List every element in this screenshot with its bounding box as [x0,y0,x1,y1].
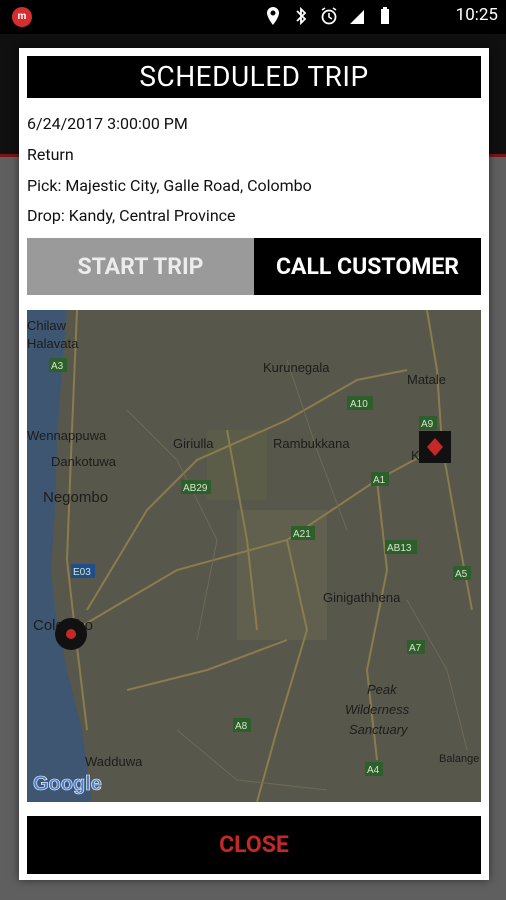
route-map[interactable]: Chilaw Halavata Kurunegala Matale Wennap… [27,310,481,802]
road-shield-a1: A1 [371,472,389,486]
map-label: Halavata [27,336,79,351]
map-label: Ginigathhena [323,590,401,605]
svg-text:A3: A3 [51,361,64,372]
svg-text:A8: A8 [235,721,248,732]
road-shield-a3: A3 [49,358,67,372]
map-label: Negombo [43,489,108,506]
trip-datetime: 6/24/2017 3:00:00 PM [27,114,188,133]
map-label: Wadduwa [85,754,143,769]
scheduled-trip-dialog: SCHEDULED TRIP 6/24/2017 3:00:00 PM Retu… [19,48,489,880]
status-bar: m 10:25 [0,0,506,34]
map-canvas: Chilaw Halavata Kurunegala Matale Wennap… [27,310,479,802]
svg-text:A9: A9 [421,419,434,430]
start-trip-button[interactable]: START TRIP [27,238,254,295]
map-label: Sanctuary [349,722,409,737]
google-logo: Google [33,773,102,795]
call-customer-button[interactable]: CALL CUSTOMER [254,238,481,295]
svg-text:A4: A4 [367,765,380,776]
svg-text:AB13: AB13 [387,543,412,554]
map-label: Wennappuwa [27,428,107,443]
map-label: Peak [367,682,398,697]
road-shield-a8: A8 [233,718,251,732]
road-shield-a4: A4 [365,762,383,776]
app-notification-icon: m [12,7,32,27]
trip-type: Return [27,145,74,164]
map-label: Wilderness [345,702,410,717]
map-label: Matale [407,372,446,387]
road-shield-a7: A7 [407,640,425,654]
road-shield-a5: A5 [453,566,471,580]
road-shield-ab13: AB13 [385,540,417,554]
map-label: Dankotuwa [51,454,117,469]
svg-text:A7: A7 [409,643,422,654]
map-label: Rambukkana [273,436,350,451]
svg-text:A10: A10 [350,399,368,410]
location-pin-icon [267,7,279,25]
road-shield-ab29: AB29 [181,480,211,494]
pickup-marker-icon[interactable] [55,618,87,650]
svg-text:AB29: AB29 [183,483,208,494]
close-button[interactable]: CLOSE [27,816,481,874]
svg-text:A21: A21 [293,529,311,540]
dropoff-marker-icon[interactable] [419,431,451,463]
map-label: Kurunegala [263,360,330,375]
map-label: Chilaw [27,318,67,333]
road-shield-a10: A10 [347,396,373,410]
map-label: Giriulla [173,436,214,451]
bluetooth-icon [296,6,307,26]
map-label: Balange [439,753,479,765]
svg-text:E03: E03 [73,567,91,578]
svg-text:A5: A5 [455,569,468,580]
dropoff-address: Drop: Kandy, Central Province [27,206,236,225]
status-time: 10:25 [455,5,498,25]
alarm-icon [321,7,337,25]
road-shield-a21: A21 [291,526,315,540]
signal-icon [350,10,364,24]
dialog-title: SCHEDULED TRIP [27,56,481,98]
road-shield-e03: E03 [71,564,95,578]
pickup-address: Pick: Majestic City, Galle Road, Colombo [27,176,312,195]
battery-icon [381,7,389,24]
road-shield-a9: A9 [419,416,437,430]
svg-text:A1: A1 [373,475,386,486]
